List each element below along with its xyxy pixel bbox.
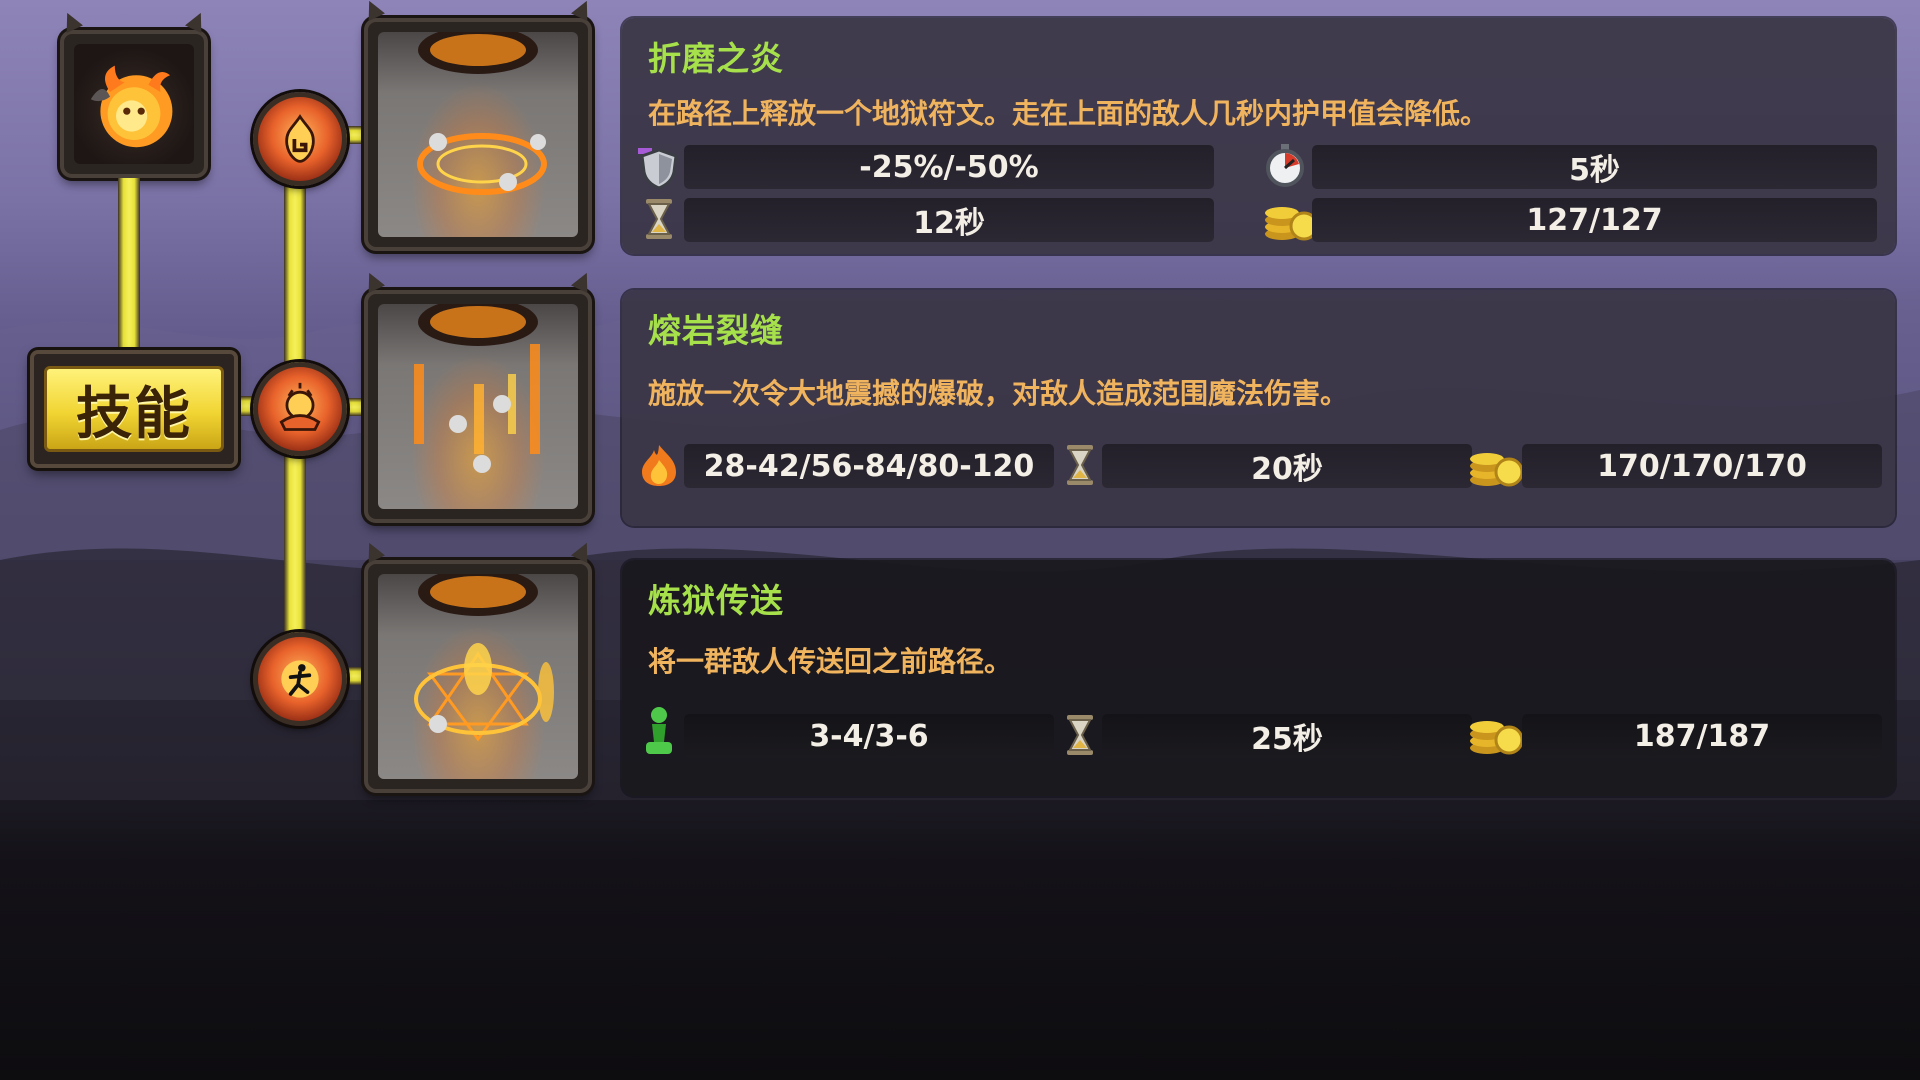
- stat-value: 5秒: [1312, 145, 1877, 189]
- hourglass-icon: [1067, 445, 1093, 485]
- stat-value: 20秒: [1102, 444, 1472, 488]
- fireball-tower-icon: [90, 65, 173, 148]
- preview-art: [417, 32, 547, 195]
- gold-coins-icon: [1470, 453, 1524, 487]
- ability-description: 将一群敌人传送回之前路径。: [648, 645, 1013, 678]
- preview-art: [414, 574, 554, 742]
- ability-description: 在路径上释放一个地狱符文。走在上面的敌人几秒内护甲值会降低。: [648, 97, 1489, 130]
- upgrade-orb-1[interactable]: [253, 92, 347, 186]
- stat-value: 28-42/56-84/80-120: [684, 444, 1054, 488]
- ability-preview-1: [361, 0, 595, 251]
- ability-panel-1: 折磨之炎 在路径上释放一个地狱符文。走在上面的敌人几秒内护甲值会降低。 -25%…: [622, 18, 1895, 254]
- stat-value: 3-4/3-6: [684, 714, 1054, 758]
- stat-value: 170/170/170: [1522, 444, 1882, 488]
- fire-damage-icon: [642, 445, 676, 486]
- skill-tree-rail: [118, 178, 140, 356]
- preview-art: [414, 304, 540, 473]
- ability-panel-3: 炼狱传送 将一群敌人传送回之前路径。 3-4/3-6 25秒 187/187: [622, 560, 1895, 796]
- skills-button-label: 技能: [44, 366, 224, 452]
- stat-value: 12秒: [684, 198, 1214, 242]
- ability-preview-3: [361, 539, 595, 793]
- upgrade-orb-2[interactable]: [253, 362, 347, 456]
- gold-coins-icon: [1470, 721, 1524, 755]
- stat-value: -25%/-50%: [684, 145, 1214, 189]
- stat-value: 25秒: [1102, 714, 1472, 758]
- stopwatch-icon: [1266, 144, 1304, 187]
- ability-panel-2: 熔岩裂缝 施放一次令大地震撼的爆破，对敌人造成范围魔法伤害。 28-42/56-…: [622, 290, 1895, 526]
- fire-rune-icon: [285, 114, 315, 163]
- teleport-figure-icon: [281, 660, 319, 698]
- skills-button[interactable]: 技能: [30, 350, 238, 468]
- ability-title: 折磨之炎: [648, 39, 784, 78]
- stat-value: 127/127: [1312, 198, 1877, 242]
- armor-shield-icon: [638, 148, 678, 190]
- hourglass-icon: [646, 199, 672, 239]
- pawn-icon: [646, 707, 672, 754]
- ability-title: 熔岩裂缝: [648, 311, 784, 350]
- stat-value: 187/187: [1522, 714, 1882, 758]
- ability-preview-2: [361, 269, 595, 523]
- upgrade-orb-3[interactable]: [253, 632, 347, 726]
- hourglass-icon: [1067, 715, 1093, 755]
- lava-explosion-icon: [279, 382, 321, 431]
- ability-title: 炼狱传送: [648, 581, 784, 620]
- tower-portrait: [59, 9, 209, 178]
- ability-description: 施放一次令大地震撼的爆破，对敌人造成范围魔法伤害。: [648, 377, 1349, 410]
